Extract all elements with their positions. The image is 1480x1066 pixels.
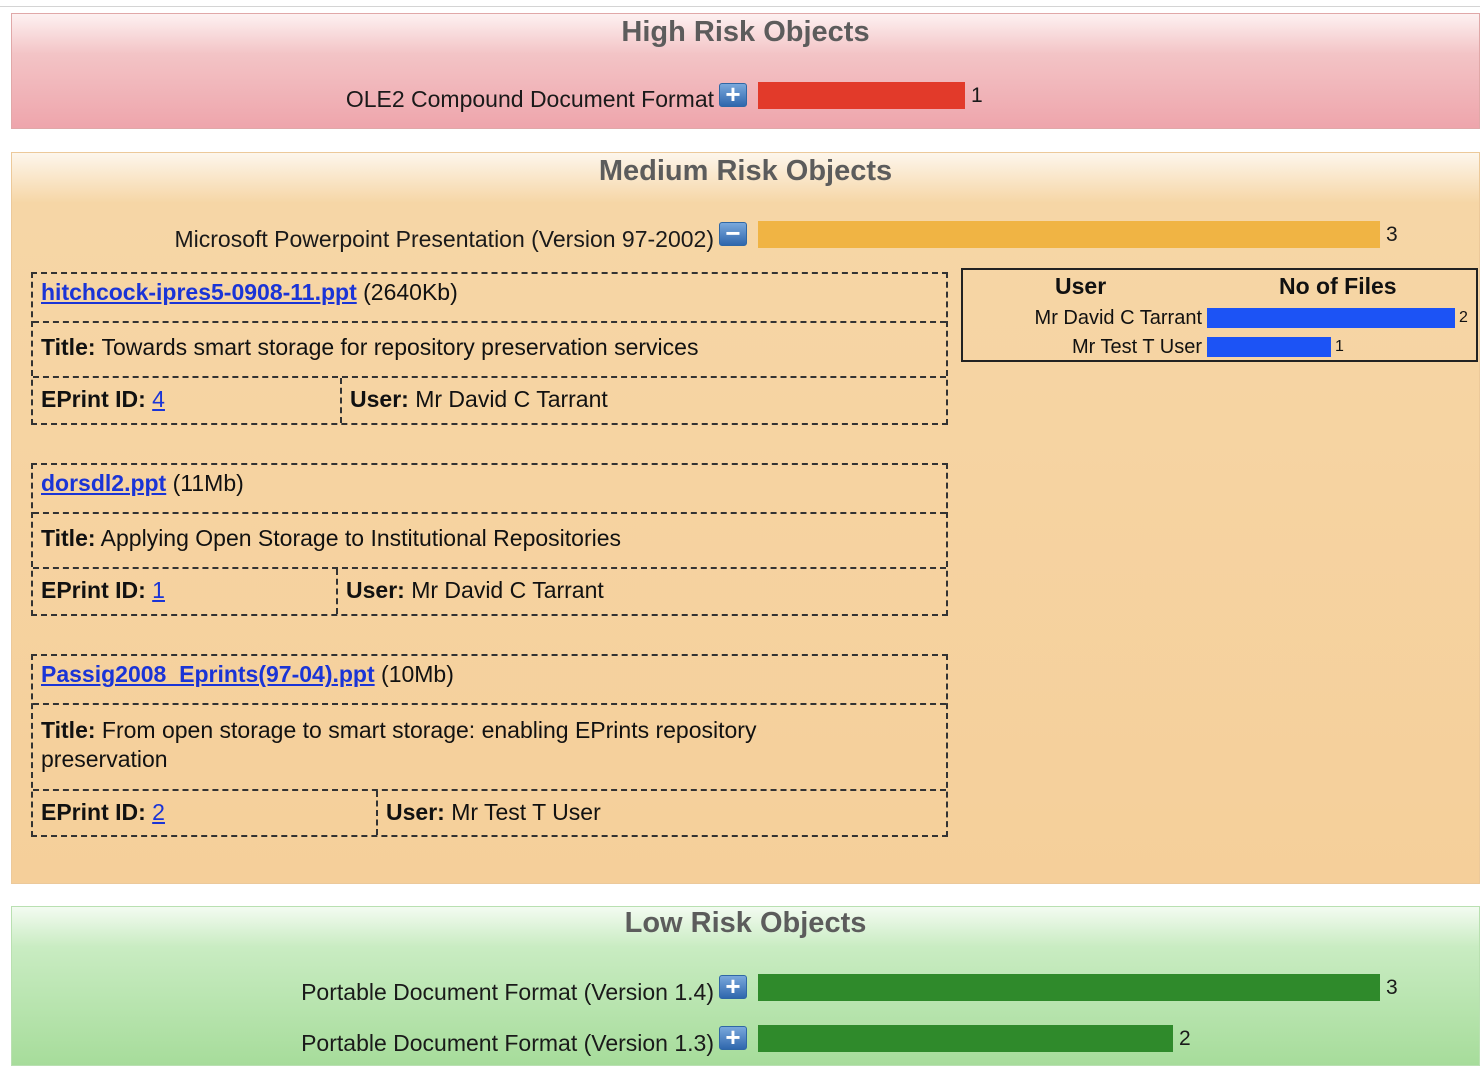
eprint-id-label: EPrint ID: [41, 577, 146, 603]
format-label: Portable Document Format (Version 1.3) [301, 1030, 714, 1056]
risk-count-bar [758, 221, 1380, 248]
file-title: Towards smart storage for repository pre… [101, 334, 699, 360]
title-label: Title: [41, 334, 96, 360]
user-label: User: [386, 799, 445, 825]
expand-icon[interactable]: + [719, 1024, 747, 1050]
file-details: hitchcock-ipres5-0908-11.ppt (2640Kb) Ti… [31, 272, 948, 425]
format-count: 3 [1386, 223, 1398, 246]
eprint-id-link[interactable]: 4 [152, 386, 165, 412]
low-risk-title: Low Risk Objects [624, 907, 867, 939]
file-details: Passig2008_Eprints(97-04).ppt (10Mb) Tit… [31, 654, 948, 837]
user-files-bar [1207, 308, 1455, 328]
format-label: OLE2 Compound Document Format [345, 86, 714, 112]
file-title: From open storage to smart storage: enab… [41, 717, 757, 772]
format-label: Portable Document Format (Version 1.4) [301, 979, 714, 1005]
medium-risk-title: Medium Risk Objects [598, 155, 893, 187]
eprint-id-label: EPrint ID: [41, 386, 146, 412]
top-divider [0, 6, 1480, 7]
expand-icon[interactable]: + [719, 973, 747, 999]
user-name: Mr David C Tarrant [411, 577, 604, 603]
user-label: User: [350, 386, 409, 412]
user-files-count: 1 [1335, 338, 1344, 355]
medium-risk-panel: Medium Risk Objects Microsoft Powerpoint… [11, 152, 1480, 884]
title-label: Title: [41, 717, 96, 743]
format-label: Microsoft Powerpoint Presentation (Versi… [174, 226, 714, 252]
eprint-id-link[interactable]: 2 [152, 799, 165, 825]
high-risk-title: High Risk Objects [621, 16, 870, 48]
file-link[interactable]: hitchcock-ipres5-0908-11.ppt [41, 279, 357, 305]
collapse-icon[interactable]: − [719, 220, 747, 246]
risk-count-bar [758, 974, 1380, 1001]
file-link[interactable]: Passig2008_Eprints(97-04).ppt [41, 661, 375, 687]
user-row-label: Mr David C Tarrant [1034, 307, 1202, 329]
user-column-header: User [1055, 273, 1107, 299]
user-files-bar [1207, 337, 1331, 357]
title-label: Title: [41, 525, 96, 551]
file-size: (2640Kb) [363, 279, 458, 305]
eprint-id-link[interactable]: 1 [152, 577, 165, 603]
file-size: (10Mb) [381, 661, 454, 687]
user-name: Mr David C Tarrant [415, 386, 608, 412]
file-title: Applying Open Storage to Institutional R… [100, 525, 622, 551]
user-label: User: [346, 577, 405, 603]
risk-count-bar [758, 1025, 1173, 1052]
eprint-id-label: EPrint ID: [41, 799, 146, 825]
format-count: 1 [971, 84, 983, 107]
file-details: dorsdl2.ppt (11Mb) Title: Applying Open … [31, 463, 948, 616]
risk-count-bar [758, 82, 965, 109]
user-row-label: Mr Test T User [1071, 336, 1202, 358]
files-column-header: No of Files [1279, 273, 1397, 299]
user-file-count-table: User No of Files Mr David C Tarrant 2 Mr… [961, 268, 1478, 362]
format-count: 2 [1179, 1027, 1191, 1050]
low-risk-panel: Low Risk Objects Portable Document Forma… [11, 906, 1480, 1066]
file-link[interactable]: dorsdl2.ppt [41, 470, 166, 496]
user-name: Mr Test T User [451, 799, 601, 825]
file-size: (11Mb) [172, 470, 244, 496]
expand-icon[interactable]: + [719, 81, 747, 107]
format-count: 3 [1386, 976, 1398, 999]
user-files-count: 2 [1459, 309, 1468, 326]
high-risk-panel: High Risk Objects OLE2 Compound Document… [11, 13, 1480, 129]
